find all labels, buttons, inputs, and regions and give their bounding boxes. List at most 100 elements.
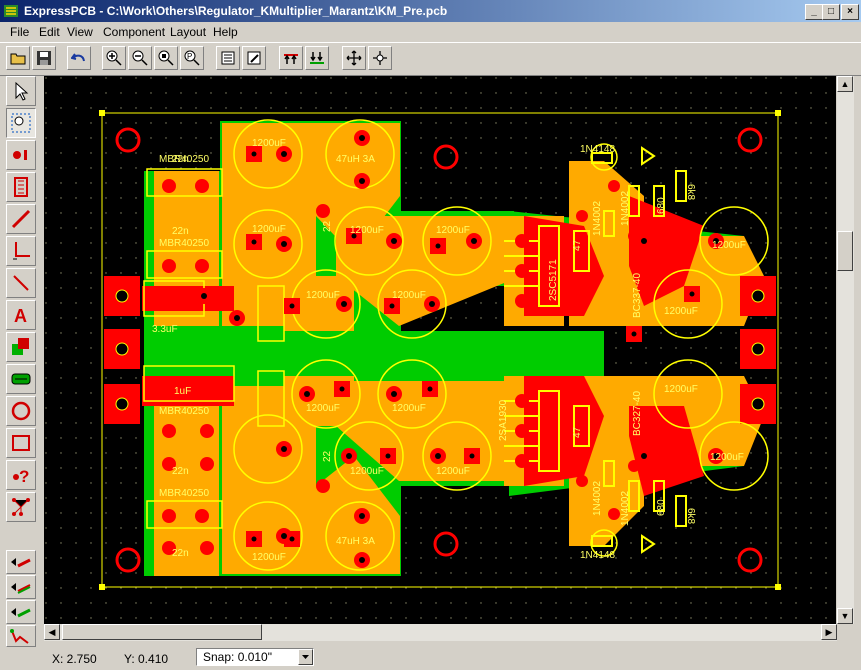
label-q3: BC337-40	[632, 273, 643, 318]
move-button[interactable]	[342, 46, 366, 70]
place-component-button[interactable]	[6, 172, 36, 202]
layer-all-button[interactable]	[6, 625, 36, 647]
maximize-button[interactable]: □	[822, 4, 840, 20]
label-c22n-4: 22n	[172, 548, 189, 559]
bottom-layer-button[interactable]	[305, 46, 329, 70]
label-r22-2: 22	[322, 450, 333, 462]
label-c1u: 1uF	[174, 386, 191, 397]
zoom-window-button[interactable]	[154, 46, 178, 70]
select-tool-button[interactable]	[6, 76, 36, 106]
close-button[interactable]: ×	[841, 4, 859, 20]
auto-route-icon	[373, 51, 387, 65]
component-properties-button[interactable]	[216, 46, 240, 70]
top-layer-icon	[284, 54, 298, 64]
label-c8: 1200uF	[392, 403, 426, 414]
zoom-out-button[interactable]	[128, 46, 152, 70]
label-c4: 1200uF	[436, 225, 470, 236]
label-c3u3: 3.3uF	[152, 324, 178, 335]
menu-help[interactable]: Help	[213, 25, 238, 39]
line-tool-button[interactable]	[6, 268, 36, 298]
netlist-nodes-icon	[12, 498, 30, 516]
trace-corner-icon	[13, 242, 30, 260]
vertical-scrollbar[interactable]: ▲ ▼	[837, 76, 854, 624]
netlist-tool-button[interactable]	[6, 492, 36, 522]
scroll-down-button[interactable]: ▼	[837, 608, 853, 624]
menu-edit[interactable]: Edit	[39, 25, 60, 39]
label-c22n-3: 22n	[172, 466, 189, 477]
snap-dropdown-arrow[interactable]	[298, 649, 313, 665]
text-a-icon: A	[14, 306, 27, 326]
trace-tool-button[interactable]	[6, 204, 36, 234]
circle-tool-button[interactable]	[6, 396, 36, 426]
svg-text:P: P	[187, 52, 192, 61]
zoom-in-button[interactable]	[102, 46, 126, 70]
open-button[interactable]	[6, 46, 30, 70]
label-r47-2: 47	[572, 426, 583, 438]
minimize-button[interactable]: _	[805, 4, 823, 20]
label-c11: 1200uF	[252, 552, 286, 563]
svg-text:A: A	[14, 306, 27, 326]
text-tool-button[interactable]: A	[6, 300, 36, 330]
label-mbr4: MBR40250	[159, 488, 209, 499]
save-button[interactable]	[32, 46, 56, 70]
label-r22-1: 22	[322, 220, 333, 232]
layer-top-copper-button[interactable]	[6, 550, 36, 574]
label-d4: 1N4002	[620, 191, 631, 226]
menu-file[interactable]: File	[10, 25, 29, 39]
edit-properties-button[interactable]	[242, 46, 266, 70]
silkscreen-layer-icon	[11, 608, 31, 618]
zoom-in-icon	[106, 50, 122, 66]
scroll-right-button[interactable]: ▶	[821, 624, 837, 640]
trace-corner-button[interactable]	[6, 236, 36, 266]
auto-route-button[interactable]	[368, 46, 392, 70]
circle-icon	[11, 401, 31, 421]
zoom-fit-icon: P	[184, 50, 200, 66]
label-q4: BC327-40	[632, 391, 643, 436]
scroll-left-button[interactable]: ◀	[44, 624, 60, 640]
label-c13: 1200uF	[664, 306, 698, 317]
query-tool-button[interactable]: ?	[6, 460, 36, 490]
line-icon	[13, 275, 29, 291]
pad-icon	[13, 150, 27, 160]
label-d2: 1N4148	[580, 550, 615, 561]
label-c22n-2: 22n	[172, 226, 189, 237]
tool-sidebar: A ?	[3, 76, 41, 647]
snap-dropdown[interactable]: Snap: 0.010"	[196, 648, 314, 666]
horizontal-scrollbar[interactable]: ◀ ▶	[44, 624, 837, 641]
zoom-window-icon	[158, 50, 174, 66]
properties-icon	[221, 51, 235, 65]
place-pad-button[interactable]	[6, 140, 36, 170]
pcb-canvas[interactable]: 1200uF 1200uF 47uH 3A 1200uF 1200uF 1200…	[44, 76, 836, 624]
top-copper-layer-icon	[11, 558, 31, 568]
undo-button[interactable]	[67, 46, 91, 70]
menu-layout[interactable]: Layout	[170, 25, 206, 39]
pointer-arrow-icon	[15, 81, 29, 101]
menu-component[interactable]: Component	[103, 25, 165, 39]
snap-value: Snap: 0.010"	[203, 650, 272, 664]
layer-silkscreen-button[interactable]	[6, 600, 36, 624]
expresspcb-app-icon	[4, 5, 18, 17]
rectangle-tool-button[interactable]	[6, 428, 36, 458]
horizontal-scroll-thumb[interactable]	[62, 624, 262, 640]
label-d5: 1N4002	[592, 481, 603, 516]
ground-plane-button[interactable]	[6, 364, 36, 394]
chevron-down-icon	[302, 655, 309, 659]
y-coordinate: Y: 0.410	[124, 652, 169, 666]
label-d6: 1N4002	[620, 491, 631, 526]
vertical-scroll-thumb[interactable]	[837, 231, 853, 271]
zoom-select-tool-button[interactable]	[6, 108, 36, 138]
folder-open-icon	[10, 53, 26, 65]
label-l1: 47uH 3A	[336, 154, 375, 165]
label-c5: 1200uF	[306, 290, 340, 301]
fill-plane-button[interactable]	[6, 332, 36, 362]
label-r680-2: 680	[656, 499, 667, 516]
layer-bottom-copper-button[interactable]	[6, 575, 36, 599]
x-coordinate: X: 2.750	[52, 652, 97, 666]
label-c7: 1200uF	[306, 403, 340, 414]
zoom-fit-button[interactable]: P	[180, 46, 204, 70]
scroll-up-button[interactable]: ▲	[837, 76, 853, 92]
top-layer-button[interactable]	[279, 46, 303, 70]
menu-view[interactable]: View	[67, 25, 93, 39]
toolbar: P	[0, 42, 861, 76]
label-r47-1: 47	[572, 239, 583, 251]
